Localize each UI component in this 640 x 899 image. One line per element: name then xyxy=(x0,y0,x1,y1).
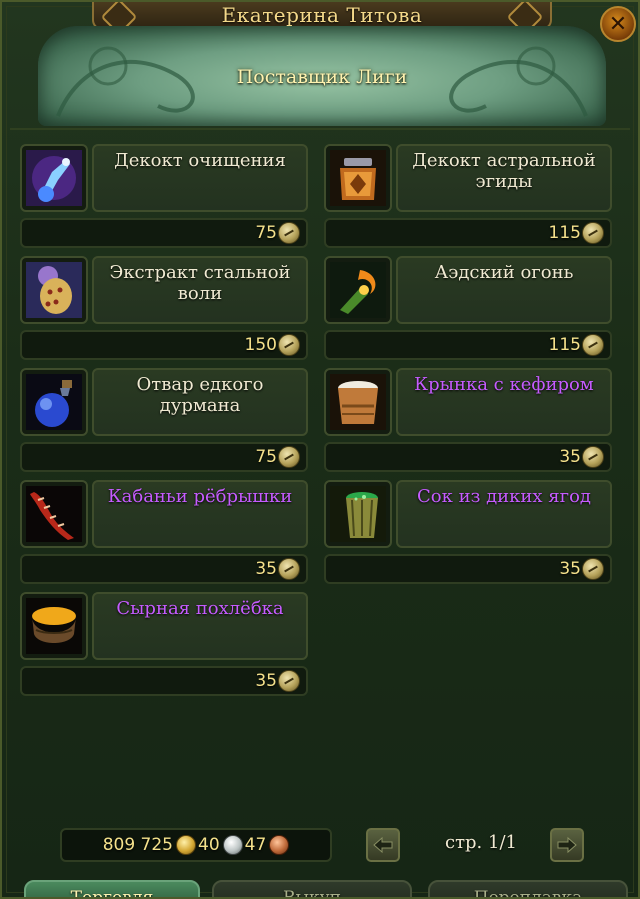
gold-coin-icon xyxy=(176,835,197,855)
item-price-box: 35 xyxy=(20,666,308,696)
purifying-decoction-icon xyxy=(26,150,82,206)
item-price: 75 xyxy=(255,447,277,467)
item-icon-frame[interactable] xyxy=(20,480,88,548)
item-icon-frame[interactable] xyxy=(324,368,392,436)
arrow-right-icon xyxy=(557,836,577,854)
close-icon: ✕ xyxy=(608,11,628,37)
item-price-box: 150 xyxy=(20,330,308,360)
item-icon-frame[interactable] xyxy=(324,480,392,548)
item-price: 35 xyxy=(559,447,581,467)
league-coin-icon xyxy=(582,222,604,244)
vendor-subtitle: Поставщик Лиги xyxy=(236,66,408,88)
item-price: 115 xyxy=(548,223,581,243)
item-name[interactable]: Декокт астральной эгиды xyxy=(396,144,612,212)
tab-smelting[interactable]: Переплавка xyxy=(428,880,628,897)
astral-aegis-decoction-icon xyxy=(330,150,386,206)
item-name[interactable]: Крынка с кефиром xyxy=(396,368,612,436)
item-name[interactable]: Аэдский огонь xyxy=(396,256,612,324)
item-price: 35 xyxy=(255,671,277,691)
prev-page-button[interactable] xyxy=(366,828,400,862)
next-page-button[interactable] xyxy=(550,828,584,862)
arrow-left-icon xyxy=(373,836,393,854)
item-icon-frame[interactable] xyxy=(20,144,88,212)
copper-amount: 47 xyxy=(244,835,267,855)
page-indicator: стр. 1/1 xyxy=(445,832,517,853)
cheese-soup-icon xyxy=(26,598,82,654)
item-price: 35 xyxy=(559,559,581,579)
player-money: 809 725 40 47 xyxy=(60,828,332,862)
item-price: 35 xyxy=(255,559,277,579)
shop-item[interactable]: Крынка с кефиром 35 xyxy=(324,368,614,472)
item-name[interactable]: Декокт очищения xyxy=(92,144,308,212)
shop-item[interactable]: Экстракт стальной воли 150 xyxy=(20,256,310,360)
wild-berry-juice-icon xyxy=(330,486,386,542)
shop-item[interactable]: Сырная похлёбка 35 xyxy=(20,592,310,696)
silver-coin-icon xyxy=(222,835,243,855)
hellfire-icon xyxy=(330,262,386,318)
boar-ribs-icon xyxy=(26,486,82,542)
item-price-box: 35 xyxy=(20,554,308,584)
item-price: 150 xyxy=(244,335,277,355)
vendor-banner: Поставщик Лиги xyxy=(38,26,606,126)
league-coin-icon xyxy=(582,334,604,356)
item-name[interactable]: Сок из диких ягод xyxy=(396,480,612,548)
vendor-window: Екатерина Титова ✕ Поставщик Лиги Декокт… xyxy=(0,0,640,899)
item-name[interactable]: Экстракт стальной воли xyxy=(92,256,308,324)
item-price-box: 35 xyxy=(324,554,612,584)
league-coin-icon xyxy=(278,222,300,244)
shop-item[interactable]: Декокт очищения 75 xyxy=(20,144,310,248)
item-name[interactable]: Кабаньи рёбрышки xyxy=(92,480,308,548)
item-price-box: 75 xyxy=(20,218,308,248)
shop-item[interactable]: Отвар едкого дурмана 75 xyxy=(20,368,310,472)
caustic-datura-brew-icon xyxy=(26,374,82,430)
league-coin-icon xyxy=(278,334,300,356)
header-divider xyxy=(10,128,630,130)
item-name[interactable]: Сырная похлёбка xyxy=(92,592,308,660)
item-price-box: 35 xyxy=(324,442,612,472)
vendor-tabs: Торговля Выкуп Переплавка xyxy=(2,880,638,897)
shop-item[interactable]: Сок из диких ягод 35 xyxy=(324,480,614,584)
item-price-box: 115 xyxy=(324,330,612,360)
kefir-jug-icon xyxy=(330,374,386,430)
tab-buyback[interactable]: Выкуп xyxy=(212,880,412,897)
item-icon-frame[interactable] xyxy=(20,592,88,660)
league-coin-icon xyxy=(278,446,300,468)
item-icon-frame[interactable] xyxy=(20,368,88,436)
league-coin-icon xyxy=(582,558,604,580)
item-icon-frame[interactable] xyxy=(324,144,392,212)
item-price-box: 115 xyxy=(324,218,612,248)
league-coin-icon xyxy=(278,558,300,580)
shop-item[interactable]: Аэдский огонь 115 xyxy=(324,256,614,360)
tab-trade[interactable]: Торговля xyxy=(24,880,200,897)
item-icon-frame[interactable] xyxy=(324,256,392,324)
shop-item[interactable]: Декокт астральной эгиды 115 xyxy=(324,144,614,248)
shop-item[interactable]: Кабаньи рёбрышки 35 xyxy=(20,480,310,584)
window-title: Екатерина Титова xyxy=(221,3,423,27)
item-price: 75 xyxy=(255,223,277,243)
league-coin-icon xyxy=(582,446,604,468)
gold-amount: 809 725 xyxy=(102,835,174,855)
silver-amount: 40 xyxy=(198,835,220,855)
copper-coin-icon xyxy=(269,835,290,855)
item-price: 115 xyxy=(548,335,581,355)
item-name[interactable]: Отвар едкого дурмана xyxy=(92,368,308,436)
steel-will-extract-icon xyxy=(26,262,82,318)
item-price-box: 75 xyxy=(20,442,308,472)
league-coin-icon xyxy=(278,670,300,692)
item-icon-frame[interactable] xyxy=(20,256,88,324)
